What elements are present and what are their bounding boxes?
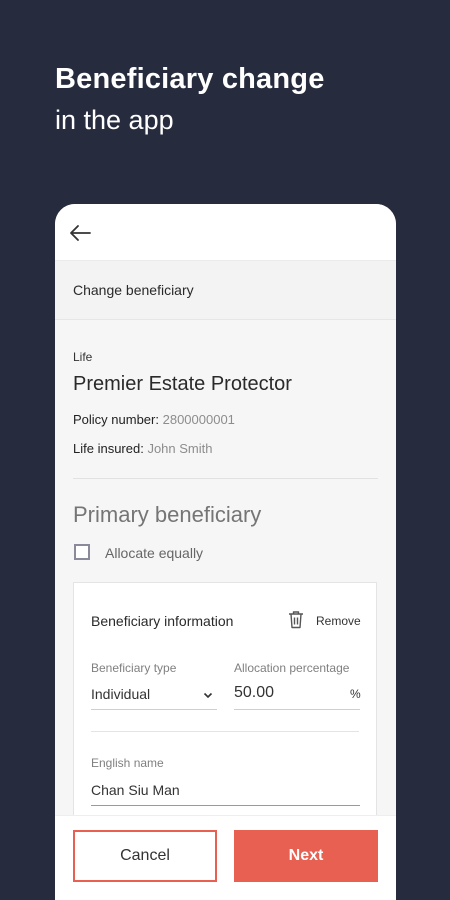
next-button[interactable]: Next bbox=[234, 830, 378, 882]
chevron-down-icon[interactable] bbox=[203, 692, 213, 699]
arrow-left-icon[interactable] bbox=[69, 224, 91, 242]
allocation-percentage-label: Allocation percentage bbox=[234, 661, 350, 675]
life-insured-value: John Smith bbox=[147, 441, 213, 456]
policy-name: Premier Estate Protector bbox=[73, 373, 292, 395]
top-bar bbox=[55, 204, 396, 260]
allocation-percentage-input[interactable]: 50.00 bbox=[234, 684, 274, 702]
section-title: Change beneficiary bbox=[73, 282, 194, 298]
policy-number-row: Policy number: 2800000001 bbox=[73, 412, 235, 427]
english-name-input[interactable]: Chan Siu Man bbox=[91, 782, 180, 798]
divider bbox=[73, 478, 378, 479]
beneficiary-type-label: Beneficiary type bbox=[91, 661, 177, 675]
policy-type: Life bbox=[73, 350, 93, 364]
hero: Beneficiary change in the app bbox=[55, 58, 325, 138]
allocate-equally-label[interactable]: Allocate equally bbox=[105, 545, 203, 561]
percent-unit: % bbox=[350, 687, 361, 701]
allocation-underline bbox=[234, 709, 360, 710]
section-header: Change beneficiary bbox=[55, 260, 396, 320]
hero-title: Beneficiary change bbox=[55, 63, 325, 95]
allocate-equally-checkbox[interactable] bbox=[74, 544, 90, 560]
trash-icon[interactable] bbox=[288, 610, 304, 629]
phone-screen: Change beneficiary Life Premier Estate P… bbox=[55, 204, 396, 900]
beneficiary-type-underline bbox=[91, 709, 217, 710]
beneficiary-type-select[interactable]: Individual bbox=[91, 686, 150, 702]
bottom-action-bar: Cancel Next bbox=[55, 815, 396, 900]
life-insured-label: Life insured: bbox=[73, 441, 144, 456]
remove-button[interactable]: Remove bbox=[316, 614, 361, 628]
hero-subtitle: in the app bbox=[55, 104, 174, 135]
policy-number-value: 2800000001 bbox=[162, 412, 235, 427]
primary-beneficiary-title: Primary beneficiary bbox=[73, 502, 262, 527]
cancel-button[interactable]: Cancel bbox=[73, 830, 217, 882]
english-name-label: English name bbox=[91, 756, 164, 770]
life-insured-row: Life insured: John Smith bbox=[73, 441, 213, 456]
english-name-underline bbox=[91, 805, 360, 806]
card-divider bbox=[91, 731, 359, 732]
policy-number-label: Policy number: bbox=[73, 412, 159, 427]
beneficiary-card-title: Beneficiary information bbox=[91, 613, 234, 629]
